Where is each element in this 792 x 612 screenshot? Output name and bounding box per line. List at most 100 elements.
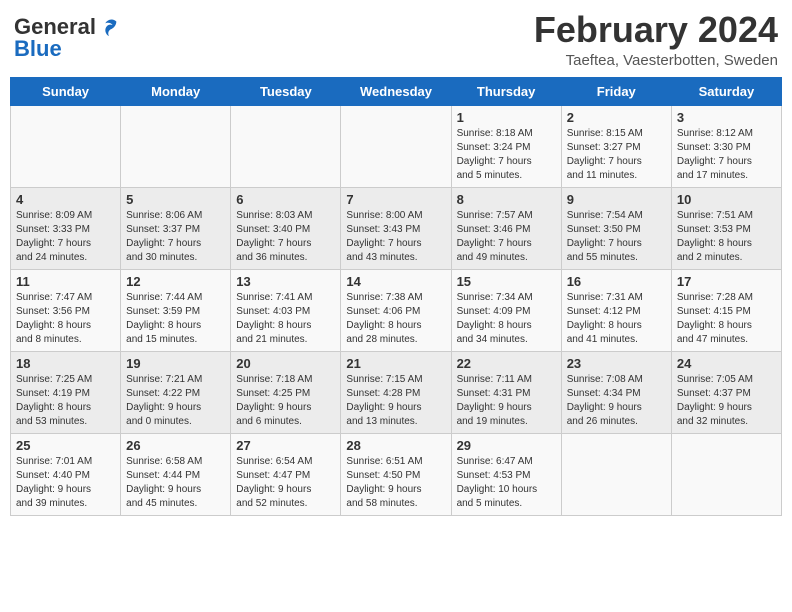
- day-number: 3: [677, 110, 776, 125]
- calendar-cell: 27 Sunrise: 6:54 AM Sunset: 4:47 PM Dayli…: [231, 433, 341, 515]
- calendar-cell: 26Sunrise: 6:58 AM Sunset: 4:44 PM Dayli…: [121, 433, 231, 515]
- calendar-cell: 7Sunrise: 8:00 AM Sunset: 3:43 PM Daylig…: [341, 187, 451, 269]
- day-info: Sunrise: 7:18 AM Sunset: 4:25 PM Dayligh…: [236, 373, 335, 429]
- calendar-cell: 20Sunrise: 7:18 AM Sunset: 4:25 PM Dayli…: [231, 351, 341, 433]
- day-number: 11: [16, 274, 115, 289]
- calendar-cell: 22Sunrise: 7:11 AM Sunset: 4:31 PM Dayli…: [451, 351, 561, 433]
- calendar-cell: [11, 105, 121, 187]
- day-info: Sunrise: 7:41 AM Sunset: 4:03 PM Dayligh…: [236, 291, 335, 347]
- day-number: 17: [677, 274, 776, 289]
- day-number: 13: [236, 274, 335, 289]
- calendar-cell: 4 Sunrise: 8:09 AM Sunset: 3:33 PM Daylig…: [11, 187, 121, 269]
- calendar-cell: 8 Sunrise: 7:57 AM Sunset: 3:46 PM Daylig…: [451, 187, 561, 269]
- calendar-cell: 11 Sunrise: 7:47 AM Sunset: 3:56 PM Dayli…: [11, 269, 121, 351]
- calendar-cell: 29 Sunrise: 6:47 AM Sunset: 4:53 PM Dayli…: [451, 433, 561, 515]
- day-number: 6: [236, 192, 335, 207]
- calendar-cell: 5Sunrise: 8:06 AM Sunset: 3:37 PM Daylig…: [121, 187, 231, 269]
- day-info: Sunrise: 7:21 AM Sunset: 4:22 PM Dayligh…: [126, 373, 225, 429]
- calendar-cell: [341, 105, 451, 187]
- day-info: Sunrise: 7:38 AM Sunset: 4:06 PM Dayligh…: [346, 291, 445, 347]
- day-info: Sunrise: 8:06 AM Sunset: 3:37 PM Dayligh…: [126, 209, 225, 265]
- logo-blue: Blue: [14, 36, 62, 61]
- calendar-cell: 15 Sunrise: 7:34 AM Sunset: 4:09 PM Dayli…: [451, 269, 561, 351]
- calendar-week-row: 18Sunrise: 7:25 AM Sunset: 4:19 PM Dayli…: [11, 351, 782, 433]
- day-info: Sunrise: 7:47 AM Sunset: 3:56 PM Dayligh…: [16, 291, 115, 347]
- day-number: 12: [126, 274, 225, 289]
- day-number: 7: [346, 192, 445, 207]
- calendar-cell: 9 Sunrise: 7:54 AM Sunset: 3:50 PM Daylig…: [561, 187, 671, 269]
- day-number: 26: [126, 438, 225, 453]
- day-info: Sunrise: 7:57 AM Sunset: 3:46 PM Dayligh…: [457, 209, 556, 265]
- logo-general: General: [14, 16, 96, 38]
- calendar-cell: [561, 433, 671, 515]
- day-number: 24: [677, 356, 776, 371]
- day-info: Sunrise: 7:01 AM Sunset: 4:40 PM Dayligh…: [16, 455, 115, 511]
- day-header-tuesday: Tuesday: [231, 77, 341, 105]
- calendar-cell: 10 Sunrise: 7:51 AM Sunset: 3:53 PM Dayli…: [671, 187, 781, 269]
- day-header-friday: Friday: [561, 77, 671, 105]
- day-number: 1: [457, 110, 556, 125]
- day-header-saturday: Saturday: [671, 77, 781, 105]
- day-number: 23: [567, 356, 666, 371]
- calendar: SundayMondayTuesdayWednesdayThursdayFrid…: [10, 77, 782, 516]
- logo-bird-icon: [98, 16, 120, 38]
- calendar-cell: 1 Sunrise: 8:18 AM Sunset: 3:24 PM Daylig…: [451, 105, 561, 187]
- calendar-cell: 16 Sunrise: 7:31 AM Sunset: 4:12 PM Dayli…: [561, 269, 671, 351]
- calendar-cell: 28Sunrise: 6:51 AM Sunset: 4:50 PM Dayli…: [341, 433, 451, 515]
- day-info: Sunrise: 7:08 AM Sunset: 4:34 PM Dayligh…: [567, 373, 666, 429]
- day-number: 25: [16, 438, 115, 453]
- day-info: Sunrise: 6:54 AM Sunset: 4:47 PM Dayligh…: [236, 455, 335, 511]
- calendar-cell: 12Sunrise: 7:44 AM Sunset: 3:59 PM Dayli…: [121, 269, 231, 351]
- calendar-week-row: 1 Sunrise: 8:18 AM Sunset: 3:24 PM Daylig…: [11, 105, 782, 187]
- calendar-cell: 6 Sunrise: 8:03 AM Sunset: 3:40 PM Daylig…: [231, 187, 341, 269]
- calendar-cell: 21Sunrise: 7:15 AM Sunset: 4:28 PM Dayli…: [341, 351, 451, 433]
- calendar-week-row: 25 Sunrise: 7:01 AM Sunset: 4:40 PM Dayli…: [11, 433, 782, 515]
- day-number: 10: [677, 192, 776, 207]
- day-info: Sunrise: 7:05 AM Sunset: 4:37 PM Dayligh…: [677, 373, 776, 429]
- day-info: Sunrise: 6:51 AM Sunset: 4:50 PM Dayligh…: [346, 455, 445, 511]
- day-header-sunday: Sunday: [11, 77, 121, 105]
- day-number: 14: [346, 274, 445, 289]
- calendar-cell: 14 Sunrise: 7:38 AM Sunset: 4:06 PM Dayli…: [341, 269, 451, 351]
- day-info: Sunrise: 6:47 AM Sunset: 4:53 PM Dayligh…: [457, 455, 556, 511]
- day-header-wednesday: Wednesday: [341, 77, 451, 105]
- day-info: Sunrise: 7:25 AM Sunset: 4:19 PM Dayligh…: [16, 373, 115, 429]
- day-info: Sunrise: 8:15 AM Sunset: 3:27 PM Dayligh…: [567, 127, 666, 183]
- day-info: Sunrise: 7:54 AM Sunset: 3:50 PM Dayligh…: [567, 209, 666, 265]
- day-info: Sunrise: 8:03 AM Sunset: 3:40 PM Dayligh…: [236, 209, 335, 265]
- day-header-monday: Monday: [121, 77, 231, 105]
- day-number: 21: [346, 356, 445, 371]
- day-info: Sunrise: 7:28 AM Sunset: 4:15 PM Dayligh…: [677, 291, 776, 347]
- day-info: Sunrise: 7:34 AM Sunset: 4:09 PM Dayligh…: [457, 291, 556, 347]
- day-info: Sunrise: 8:18 AM Sunset: 3:24 PM Dayligh…: [457, 127, 556, 183]
- calendar-cell: 17 Sunrise: 7:28 AM Sunset: 4:15 PM Dayli…: [671, 269, 781, 351]
- day-header-thursday: Thursday: [451, 77, 561, 105]
- day-info: Sunrise: 8:12 AM Sunset: 3:30 PM Dayligh…: [677, 127, 776, 183]
- day-info: Sunrise: 7:31 AM Sunset: 4:12 PM Dayligh…: [567, 291, 666, 347]
- day-number: 15: [457, 274, 556, 289]
- day-number: 8: [457, 192, 556, 207]
- day-number: 27: [236, 438, 335, 453]
- day-number: 29: [457, 438, 556, 453]
- calendar-cell: 25 Sunrise: 7:01 AM Sunset: 4:40 PM Dayli…: [11, 433, 121, 515]
- calendar-cell: 2 Sunrise: 8:15 AM Sunset: 3:27 PM Daylig…: [561, 105, 671, 187]
- calendar-cell: [671, 433, 781, 515]
- day-info: Sunrise: 7:11 AM Sunset: 4:31 PM Dayligh…: [457, 373, 556, 429]
- calendar-cell: 23 Sunrise: 7:08 AM Sunset: 4:34 PM Dayli…: [561, 351, 671, 433]
- calendar-cell: 3 Sunrise: 8:12 AM Sunset: 3:30 PM Daylig…: [671, 105, 781, 187]
- header-area: General Blue February 2024 Taeftea, Vaes…: [10, 10, 782, 69]
- day-number: 19: [126, 356, 225, 371]
- day-number: 16: [567, 274, 666, 289]
- day-info: Sunrise: 8:09 AM Sunset: 3:33 PM Dayligh…: [16, 209, 115, 265]
- title-area: February 2024 Taeftea, Vaesterbotten, Sw…: [534, 10, 778, 69]
- day-number: 2: [567, 110, 666, 125]
- day-number: 9: [567, 192, 666, 207]
- calendar-cell: 18Sunrise: 7:25 AM Sunset: 4:19 PM Dayli…: [11, 351, 121, 433]
- subtitle: Taeftea, Vaesterbotten, Sweden: [534, 52, 778, 69]
- day-number: 4: [16, 192, 115, 207]
- calendar-week-row: 4 Sunrise: 8:09 AM Sunset: 3:33 PM Daylig…: [11, 187, 782, 269]
- day-info: Sunrise: 7:51 AM Sunset: 3:53 PM Dayligh…: [677, 209, 776, 265]
- calendar-cell: [231, 105, 341, 187]
- calendar-week-row: 11 Sunrise: 7:47 AM Sunset: 3:56 PM Dayli…: [11, 269, 782, 351]
- calendar-cell: 24 Sunrise: 7:05 AM Sunset: 4:37 PM Dayli…: [671, 351, 781, 433]
